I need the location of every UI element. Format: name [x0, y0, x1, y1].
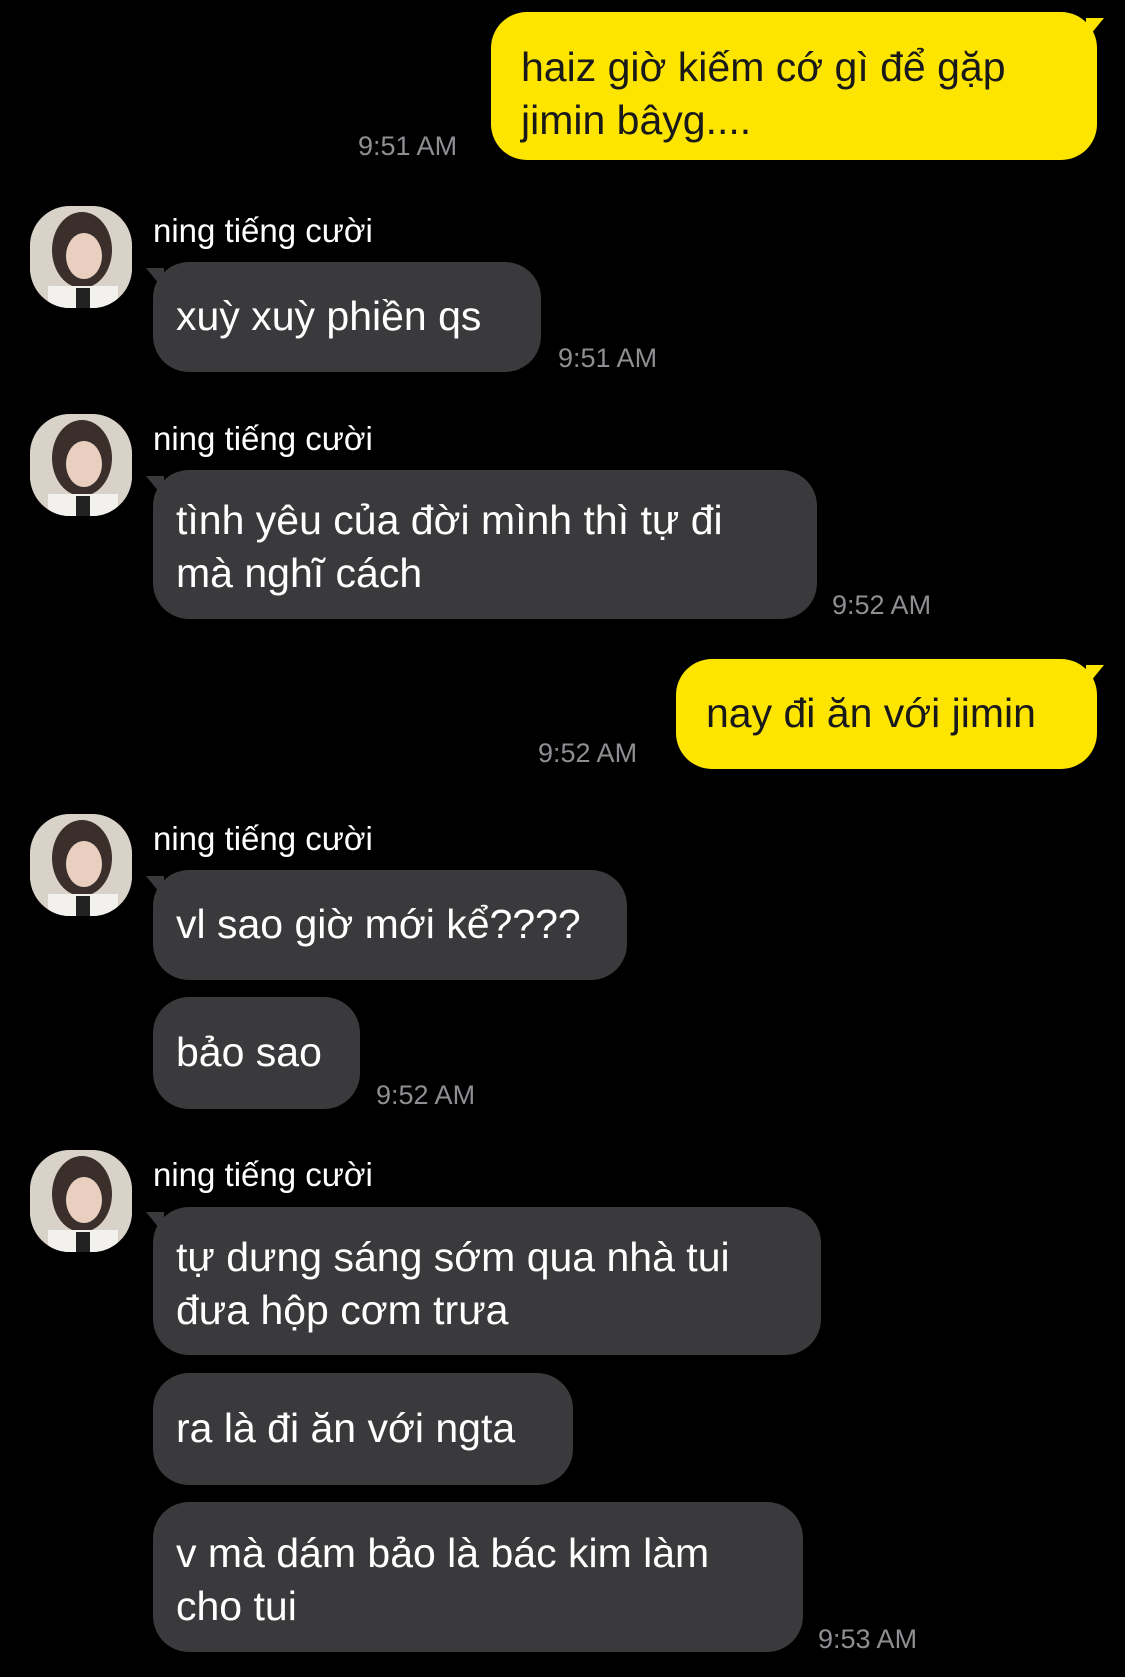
message-timestamp: 9:52 AM	[376, 1080, 476, 1110]
sender-name: ning tiếng cười	[153, 1156, 373, 1193]
avatar-photo	[30, 414, 132, 516]
avatar[interactable]	[30, 414, 132, 516]
message-bubble-incoming[interactable]: ra là đi ăn với ngta	[153, 1373, 573, 1485]
avatar-photo	[30, 206, 132, 308]
message-timestamp: 9:52 AM	[832, 590, 932, 620]
sender-name: ning tiếng cười	[153, 420, 373, 457]
message-bubble-outgoing[interactable]: nay đi ăn với jimin	[676, 659, 1097, 769]
message-bubble-outgoing[interactable]: haiz giờ kiếm cớ gì để gặp jimin bâyg...…	[491, 12, 1097, 160]
message-timestamp: 9:51 AM	[558, 343, 658, 373]
message-timestamp: 9:53 AM	[818, 1624, 918, 1654]
avatar[interactable]	[30, 814, 132, 916]
message-bubble-incoming[interactable]: v mà dám bảo là bác kim làm cho tui	[153, 1502, 803, 1652]
avatar[interactable]	[30, 1150, 132, 1252]
message-bubble-incoming[interactable]: tự dưng sáng sớm qua nhà tui đưa hộp cơm…	[153, 1207, 821, 1355]
bubble-tail	[1086, 665, 1104, 687]
message-bubble-incoming[interactable]: vl sao giờ mới kể????	[153, 870, 627, 980]
message-bubble-incoming[interactable]: xuỳ xuỳ phiền qs	[153, 262, 541, 372]
bubble-tail	[1086, 18, 1104, 40]
sender-name: ning tiếng cười	[153, 212, 373, 249]
message-bubble-incoming[interactable]: bảo sao	[153, 997, 360, 1109]
avatar-photo	[30, 1150, 132, 1252]
message-bubble-incoming[interactable]: tình yêu của đời mình thì tự đi mà nghĩ …	[153, 470, 817, 619]
message-timestamp: 9:51 AM	[358, 131, 458, 161]
message-timestamp: 9:52 AM	[538, 738, 638, 768]
avatar[interactable]	[30, 206, 132, 308]
avatar-photo	[30, 814, 132, 916]
sender-name: ning tiếng cười	[153, 820, 373, 857]
